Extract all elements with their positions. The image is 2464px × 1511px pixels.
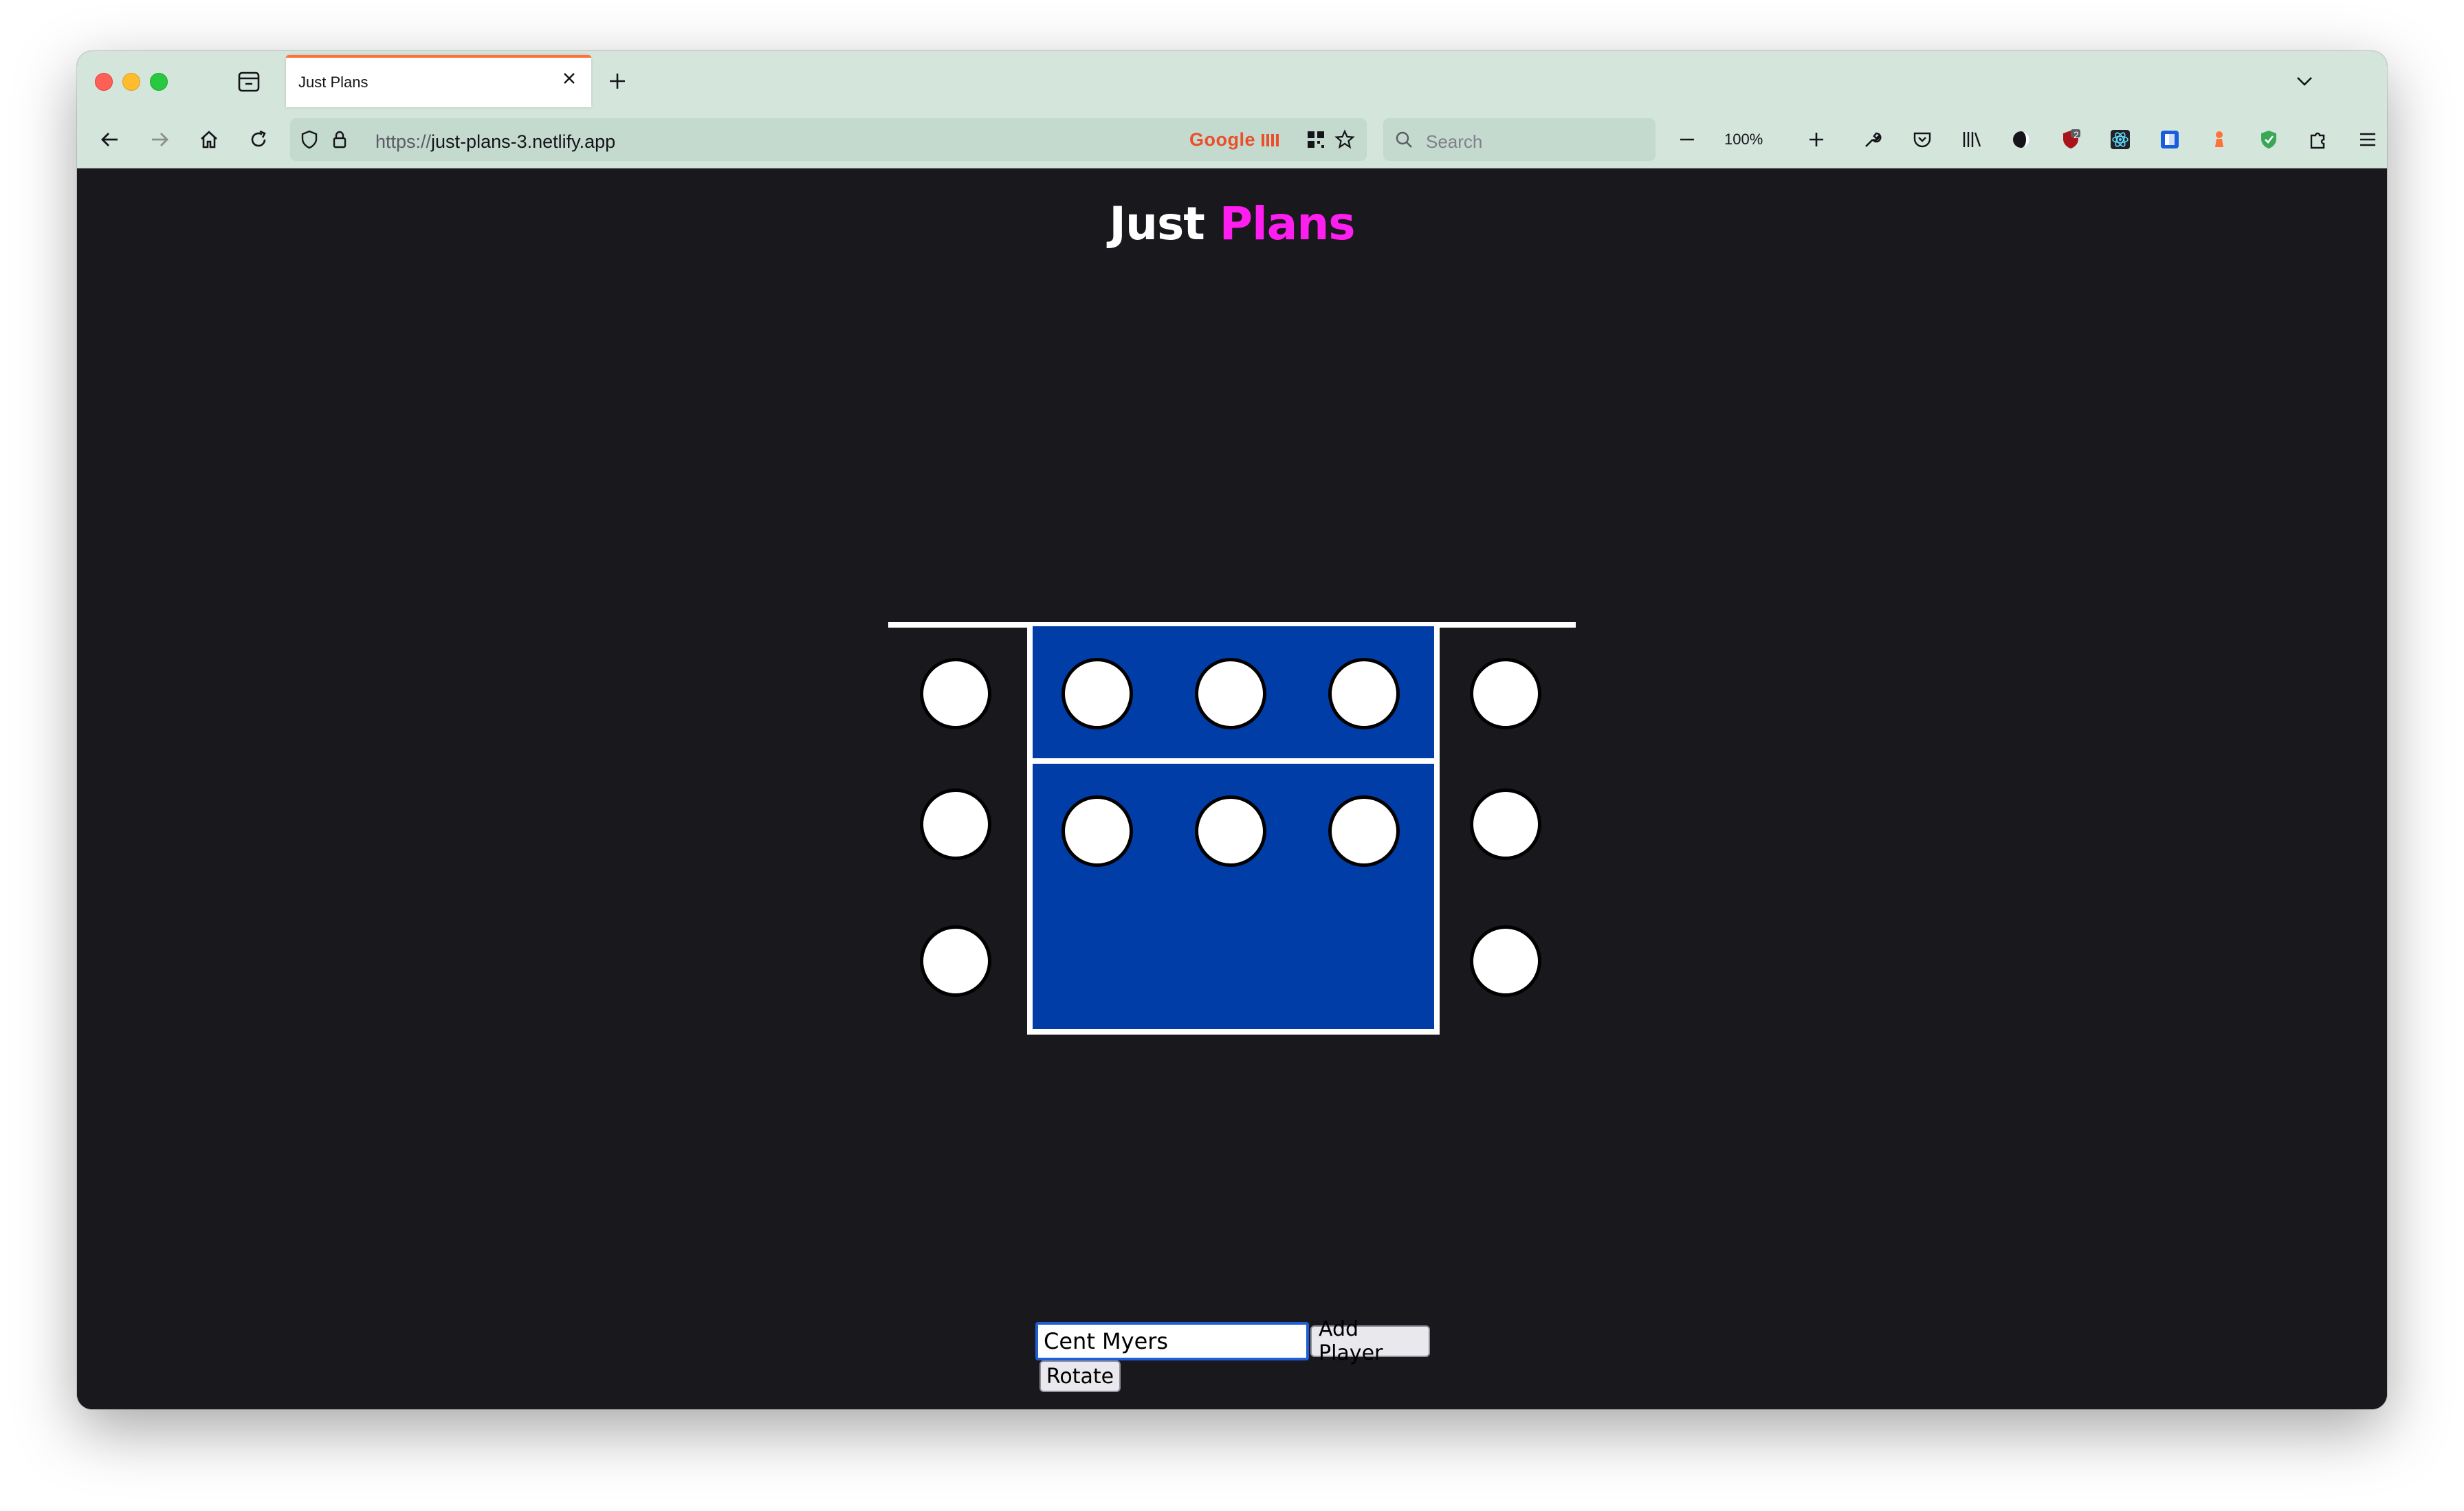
shield-icon[interactable] bbox=[294, 124, 324, 155]
zoom-out-icon[interactable] bbox=[1672, 124, 1702, 155]
tab-overview-icon[interactable] bbox=[235, 70, 263, 93]
zoom-in-icon[interactable] bbox=[1801, 124, 1832, 155]
bench-player-right[interactable] bbox=[1470, 658, 1541, 729]
close-icon[interactable] bbox=[558, 67, 580, 89]
navigation-toolbar: https://just-plans-3.netlify.app Google … bbox=[77, 111, 2387, 168]
bench-player-right[interactable] bbox=[1470, 925, 1541, 997]
url-bar[interactable]: https://just-plans-3.netlify.app Google bbox=[290, 118, 1367, 161]
tab-title: Just Plans bbox=[298, 74, 368, 91]
dark-reader-extension-icon[interactable] bbox=[2006, 124, 2036, 155]
wrench-icon[interactable] bbox=[1858, 124, 1888, 155]
forward-arrow-icon[interactable] bbox=[144, 124, 175, 155]
court-player-front-left[interactable] bbox=[1062, 658, 1133, 729]
url-text: https://just-plans-3.netlify.app bbox=[375, 131, 616, 152]
lock-icon[interactable] bbox=[324, 124, 355, 155]
library-icon[interactable] bbox=[1957, 124, 1987, 155]
home-icon[interactable] bbox=[194, 124, 224, 155]
browser-window: Just Plans https://just-plans-3.netlify.… bbox=[77, 51, 2387, 1409]
reload-icon[interactable] bbox=[243, 124, 274, 155]
app-title-part-just: Just bbox=[1109, 197, 1204, 250]
page-content: Just Plans Add Player Rotate bbox=[77, 168, 2387, 1409]
chess-extension-icon[interactable] bbox=[2204, 124, 2234, 155]
player-name-input[interactable] bbox=[1035, 1322, 1309, 1360]
rotate-button[interactable]: Rotate bbox=[1040, 1360, 1121, 1392]
react-devtools-icon[interactable] bbox=[2105, 124, 2135, 155]
court-player-front-right[interactable] bbox=[1328, 658, 1400, 729]
google-translate-badge[interactable]: Google bbox=[1189, 129, 1280, 151]
court-player-back-left[interactable] bbox=[1062, 795, 1133, 867]
extensions-puzzle-icon[interactable] bbox=[2303, 124, 2333, 155]
extension-badge: 2 bbox=[2074, 129, 2079, 140]
search-placeholder: Search bbox=[1426, 131, 1483, 152]
search-input[interactable]: Search bbox=[1383, 118, 1656, 161]
court-player-front-middle[interactable] bbox=[1195, 658, 1266, 729]
bench-player-left[interactable] bbox=[920, 925, 991, 997]
zoom-level[interactable]: 100% bbox=[1724, 131, 1763, 148]
add-player-button[interactable]: Add Player bbox=[1310, 1317, 1430, 1365]
court-player-back-right[interactable] bbox=[1328, 795, 1400, 867]
court-player-back-middle[interactable] bbox=[1195, 795, 1266, 867]
bench-player-right[interactable] bbox=[1470, 788, 1541, 860]
app-title: Just Plans bbox=[77, 197, 2387, 250]
app-title-part-plans: Plans bbox=[1219, 197, 1356, 250]
back-arrow-icon[interactable] bbox=[95, 124, 125, 155]
bitwarden-extension-icon[interactable] bbox=[2155, 124, 2185, 155]
pocket-icon[interactable] bbox=[1907, 124, 1937, 155]
bench-player-left[interactable] bbox=[920, 788, 991, 860]
close-window-button[interactable] bbox=[95, 73, 113, 91]
tab-bar: Just Plans bbox=[77, 51, 2387, 111]
attack-line bbox=[1033, 758, 1434, 764]
new-tab-button[interactable] bbox=[604, 67, 631, 95]
maximize-window-button[interactable] bbox=[150, 73, 168, 91]
tab-just-plans[interactable]: Just Plans bbox=[286, 55, 591, 107]
minimize-window-button[interactable] bbox=[122, 73, 140, 91]
ublock-extension-icon[interactable]: 2 bbox=[2056, 124, 2086, 155]
bookmark-star-icon[interactable] bbox=[1330, 124, 1360, 155]
privacy-badger-icon[interactable] bbox=[2254, 124, 2284, 155]
chevron-down-icon[interactable] bbox=[2291, 69, 2318, 93]
qr-code-icon[interactable] bbox=[1301, 124, 1331, 155]
hamburger-menu-icon[interactable] bbox=[2353, 124, 2383, 155]
search-icon bbox=[1389, 124, 1419, 155]
bench-player-left[interactable] bbox=[920, 658, 991, 729]
